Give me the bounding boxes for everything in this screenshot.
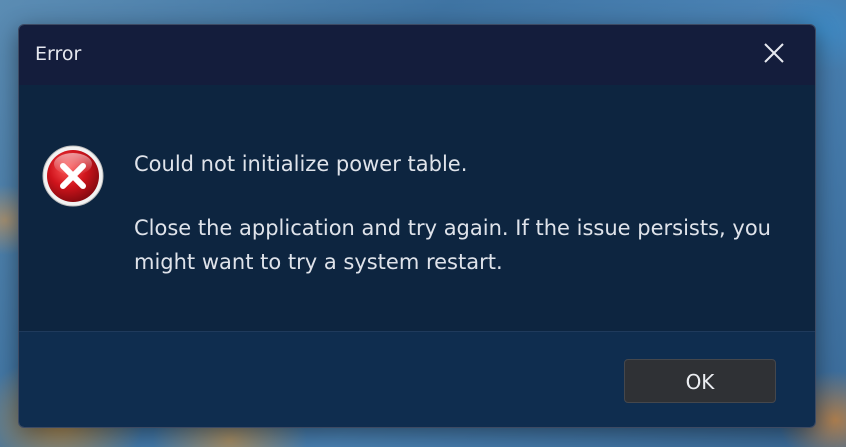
ok-button[interactable]: OK <box>624 359 776 403</box>
dialog-title: Error <box>35 43 82 65</box>
error-x-icon <box>41 144 105 208</box>
dialog-footer: OK <box>19 331 815 427</box>
dialog-titlebar: Error <box>19 25 815 85</box>
close-icon <box>764 43 784 63</box>
error-dialog: Error Could not initialize power table. … <box>18 24 816 428</box>
close-button[interactable] <box>761 40 787 66</box>
dialog-message: Could not initialize power table. Close … <box>134 147 784 279</box>
error-message-main: Could not initialize power table. <box>134 152 468 176</box>
dialog-content: Could not initialize power table. Close … <box>19 85 815 331</box>
error-message-detail: Close the application and try again. If … <box>134 216 771 274</box>
